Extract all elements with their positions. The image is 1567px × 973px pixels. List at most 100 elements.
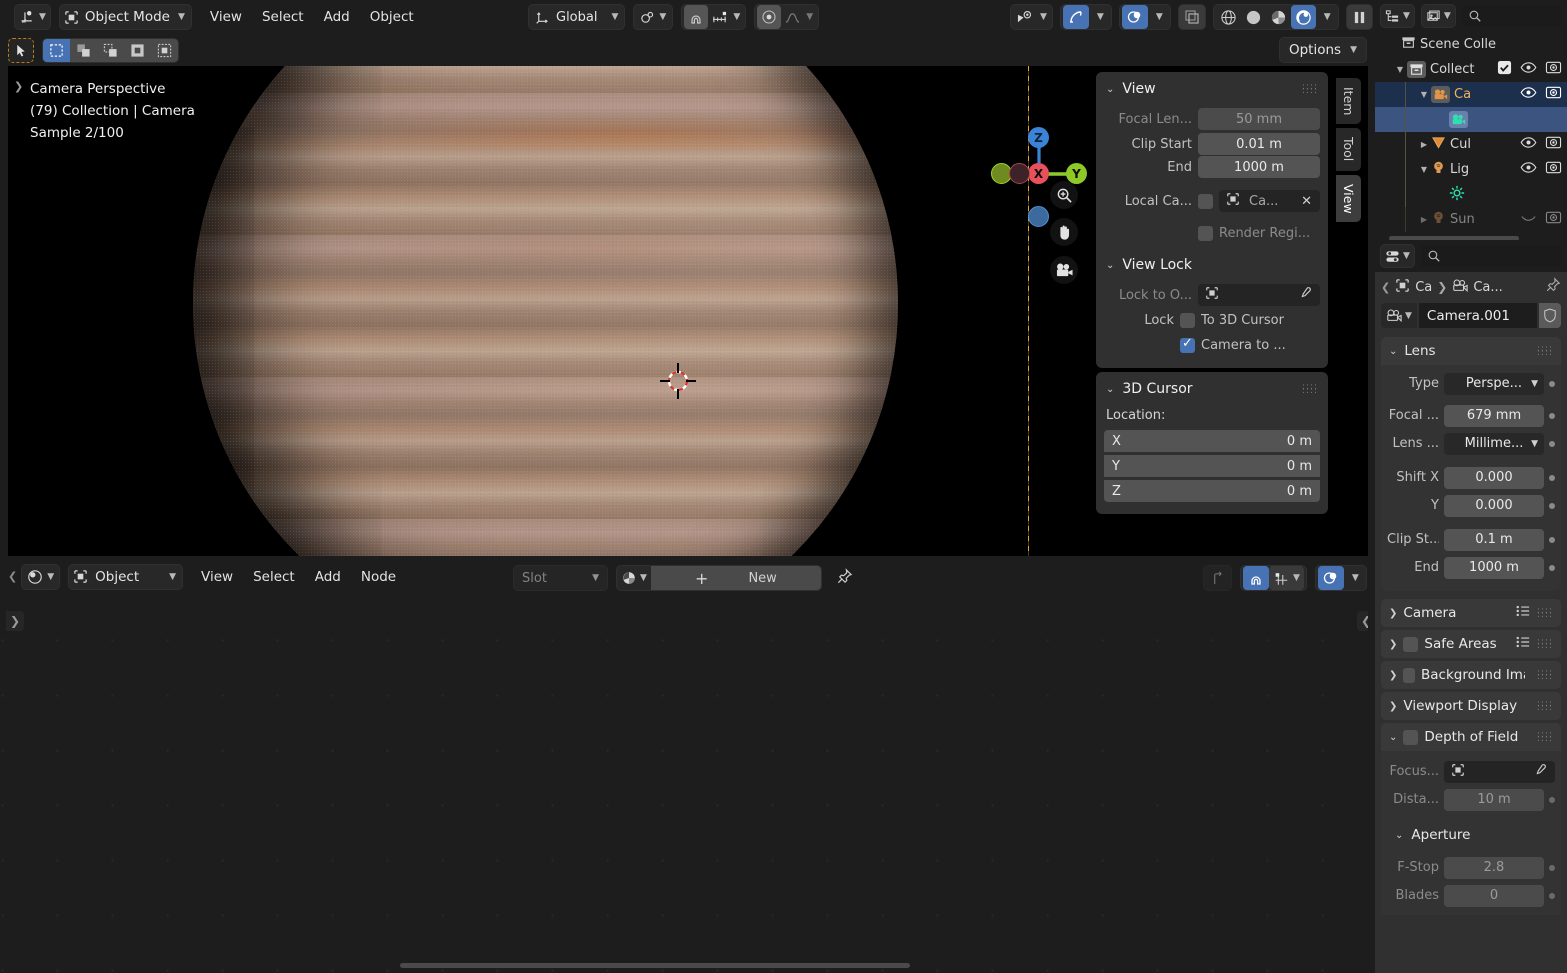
visibility-eye-icon[interactable]: [1520, 135, 1537, 154]
cursor-y-field[interactable]: Y 0 m: [1104, 455, 1320, 477]
clip-end-field[interactable]: 1000 m: [1444, 557, 1544, 579]
disclosure-triangle[interactable]: ▶: [1417, 140, 1431, 149]
eyedropper-icon[interactable]: [1298, 286, 1312, 304]
animate-decorator[interactable]: [1549, 865, 1555, 871]
cursor-panel-header[interactable]: ⌄ 3D Cursor ::::::::: [1096, 378, 1328, 400]
menu-view[interactable]: View: [200, 4, 252, 30]
shader-type-selector[interactable]: Object ▼: [68, 564, 183, 590]
select-box-icon[interactable]: [43, 38, 70, 63]
overlays-toggle[interactable]: [1122, 5, 1148, 29]
background-images-checkbox[interactable]: [1403, 668, 1415, 683]
collection-enable-checkbox[interactable]: [1497, 60, 1512, 79]
visibility-eye-closed-icon[interactable]: [1520, 210, 1537, 229]
view-lock-header[interactable]: ⌄ View Lock: [1096, 254, 1328, 276]
visibility-eye-icon[interactable]: [1520, 160, 1537, 179]
node-snapping-group[interactable]: ▼: [1240, 565, 1307, 591]
presets-list-icon[interactable]: [1515, 635, 1531, 653]
properties-search-input[interactable]: [1421, 245, 1562, 267]
outliner-display-mode-selector[interactable]: ▼: [1380, 4, 1415, 28]
animate-decorator[interactable]: [1549, 797, 1555, 803]
visibility-eye-icon[interactable]: [1520, 85, 1537, 104]
proportional-falloff-selector[interactable]: ▼: [781, 5, 816, 29]
sidebar-expand-arrow[interactable]: ❯: [14, 80, 23, 93]
fstop-field[interactable]: 2.8: [1444, 857, 1544, 879]
animate-decorator[interactable]: [1549, 893, 1555, 899]
shader-node-canvas[interactable]: ❯ ❮: [0, 593, 1368, 973]
animate-decorator[interactable]: [1549, 413, 1555, 419]
material-preview-button[interactable]: [1266, 5, 1291, 29]
go-to-parent-button[interactable]: [1203, 565, 1232, 591]
camera-view-button[interactable]: [1050, 256, 1078, 284]
gizmo-axis-x[interactable]: X: [1028, 163, 1049, 184]
transform-orientation-selector[interactable]: Global ▼: [528, 4, 625, 30]
cursor-z-field[interactable]: Z 0 m: [1104, 480, 1320, 502]
shader-editor-type-selector[interactable]: ▼: [21, 564, 60, 590]
outliner-search-input[interactable]: [1462, 5, 1562, 27]
focal-length-field[interactable]: 679 mm: [1444, 405, 1544, 427]
drag-handle-icon[interactable]: ::::::::: [1537, 702, 1553, 710]
focal-length-field[interactable]: 50 mm: [1198, 108, 1320, 130]
shift-x-field[interactable]: 0.000: [1444, 467, 1544, 489]
material-data-icon[interactable]: ▼: [617, 566, 651, 590]
shading-options-chevron[interactable]: ▼: [1316, 5, 1336, 29]
node-sidebar-expand-arrow[interactable]: ❯: [6, 611, 24, 631]
disclosure-triangle[interactable]: ▼: [1393, 65, 1407, 74]
local-camera-field[interactable]: Ca... ✕: [1219, 190, 1320, 212]
horizontal-scrollbar[interactable]: [400, 963, 910, 968]
viewport-display-section-header[interactable]: ❯ Viewport Display ::::::::: [1381, 692, 1561, 720]
breadcrumb-camera-label[interactable]: Ca...: [1473, 280, 1502, 295]
render-camera-icon[interactable]: [1545, 210, 1562, 229]
to-3d-cursor-checkbox[interactable]: [1180, 313, 1195, 328]
lens-panel-header[interactable]: ⌄ Lens ::::::::: [1381, 337, 1561, 365]
gizmo-axis-neg-z[interactable]: [1028, 206, 1049, 227]
render-camera-icon[interactable]: [1545, 160, 1562, 179]
3d-viewport[interactable]: Camera Perspective (79) Collection | Cam…: [8, 66, 1368, 556]
animate-decorator[interactable]: [1549, 381, 1555, 387]
disclosure-triangle[interactable]: ▼: [1417, 90, 1431, 99]
safe-areas-section-header[interactable]: ❯ Safe Areas ::::::::: [1381, 630, 1561, 658]
depth-of-field-section-header[interactable]: ⌄ Depth of Field ::::::::: [1381, 723, 1561, 751]
gizmo-axis-z[interactable]: Z: [1028, 127, 1049, 148]
lock-to-object-field[interactable]: [1198, 284, 1320, 306]
menu-object[interactable]: Object: [360, 4, 424, 30]
rendered-shading-button[interactable]: [1291, 5, 1316, 29]
shader-menu-select[interactable]: Select: [243, 564, 305, 590]
shader-menu-view[interactable]: View: [191, 564, 243, 590]
viewport-options-button[interactable]: Options ▼: [1279, 37, 1367, 63]
select-extend-icon[interactable]: [70, 38, 97, 63]
sidebar-tab-tool[interactable]: Tool: [1336, 128, 1361, 170]
menu-add[interactable]: Add: [314, 4, 360, 30]
proportional-edit-group[interactable]: ▼: [754, 4, 819, 30]
node-snap-toggle[interactable]: [1243, 566, 1269, 590]
camera-name-field[interactable]: Camera.001: [1419, 303, 1537, 328]
view-panel-header[interactable]: ⌄ View ::::::::: [1096, 78, 1328, 100]
outliner-row-camera-object[interactable]: ▼ Ca: [1375, 82, 1567, 107]
pin-button[interactable]: [830, 568, 859, 589]
node-overlays-chevron[interactable]: ▼: [1344, 566, 1364, 590]
camera-to-view-checkbox[interactable]: [1180, 338, 1195, 353]
eyedropper-icon[interactable]: [1533, 763, 1547, 781]
shading-mode-group[interactable]: ▼: [1213, 4, 1339, 30]
material-slot-selector[interactable]: Slot ▼: [513, 565, 608, 591]
proportional-edit-toggle[interactable]: [757, 5, 781, 29]
snap-to-selector[interactable]: ▼: [708, 5, 743, 29]
render-camera-icon[interactable]: [1545, 60, 1562, 79]
overlays-group[interactable]: ▼: [1119, 4, 1171, 30]
tweak-tool-button[interactable]: [8, 38, 34, 63]
drag-handle-icon[interactable]: ::::::::: [1537, 671, 1553, 679]
clip-start-field[interactable]: 0.01 m: [1198, 133, 1320, 155]
select-invert-icon[interactable]: [124, 38, 151, 63]
sidebar-tab-view[interactable]: View: [1336, 175, 1361, 223]
select-intersect-icon[interactable]: [151, 38, 178, 63]
shift-y-field[interactable]: 0.000: [1444, 495, 1544, 517]
animate-decorator[interactable]: [1549, 565, 1555, 571]
sidebar-tab-item[interactable]: Item: [1336, 78, 1361, 124]
animate-decorator[interactable]: [1549, 537, 1555, 543]
breadcrumb-object-label[interactable]: Ca: [1415, 280, 1432, 295]
outliner-row-light-object[interactable]: ▼ Lig: [1375, 157, 1567, 182]
render-region-checkbox[interactable]: [1198, 226, 1213, 241]
clip-start-field[interactable]: 0.1 m: [1444, 529, 1544, 551]
drag-handle-icon[interactable]: ::::::::: [1302, 385, 1318, 393]
clip-end-field[interactable]: 1000 m: [1198, 156, 1320, 178]
depth-of-field-checkbox[interactable]: [1403, 730, 1418, 745]
